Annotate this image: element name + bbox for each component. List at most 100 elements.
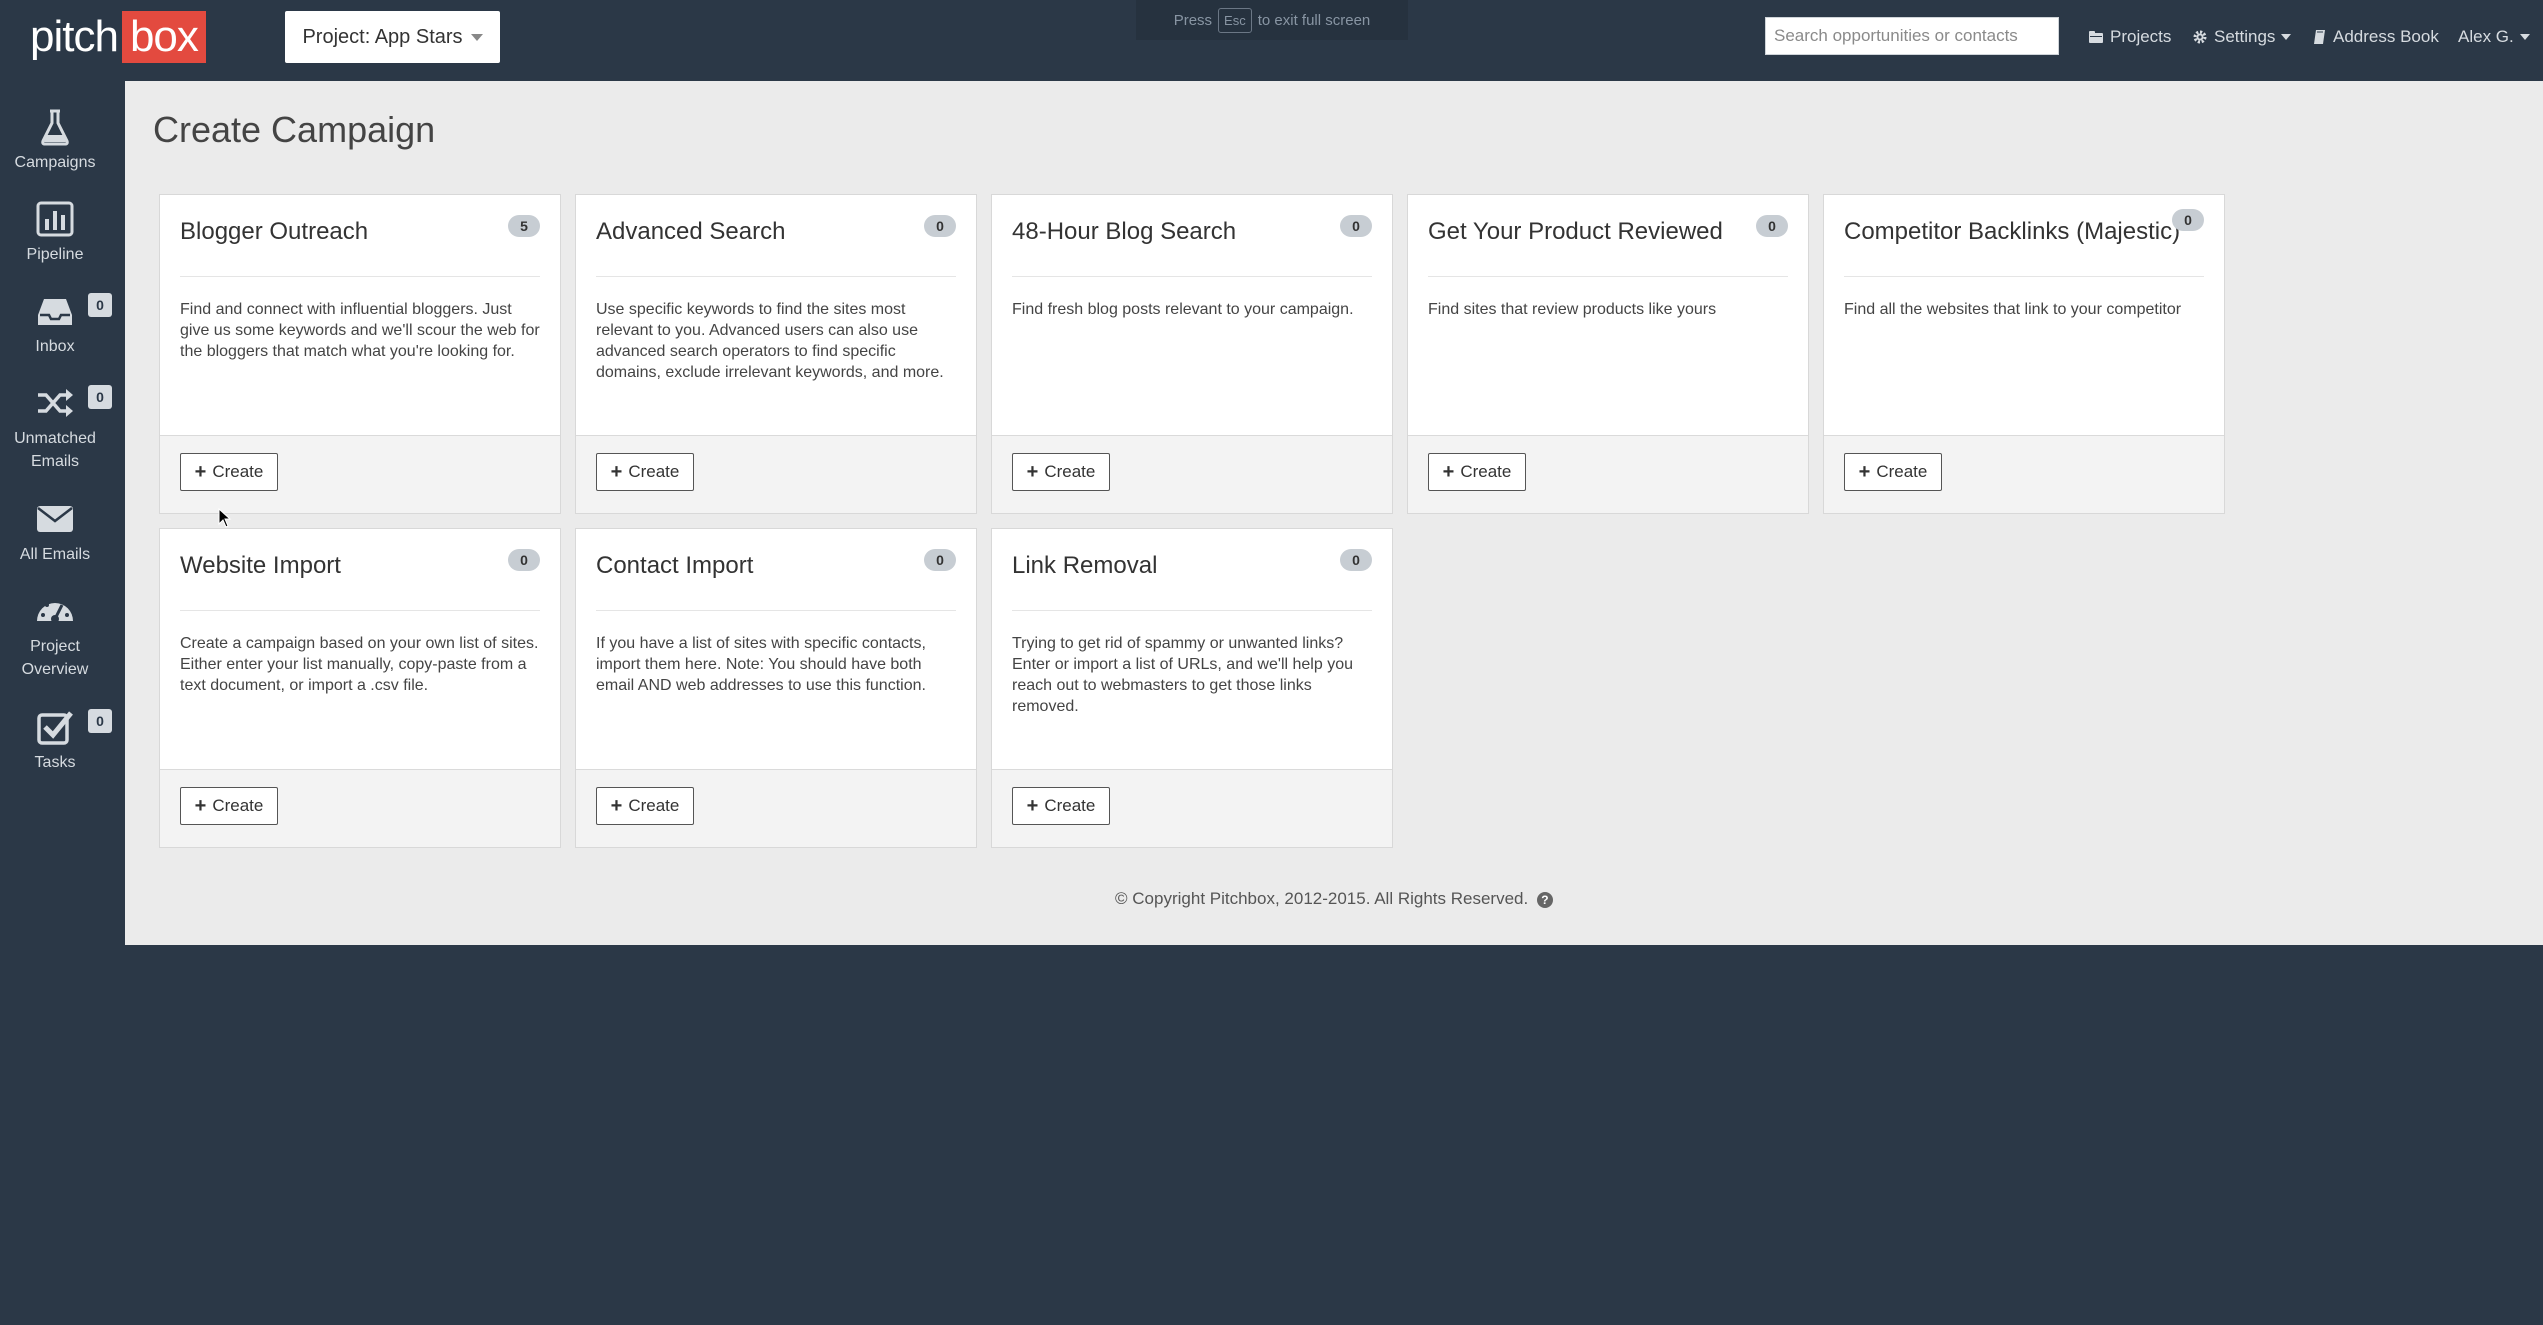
card-description: Trying to get rid of spammy or unwanted … xyxy=(1012,635,1353,715)
plus-icon: + xyxy=(610,795,623,817)
card-footer: + Create xyxy=(1408,435,1808,513)
campaign-count-badge: 5 xyxy=(508,215,540,237)
plus-icon: + xyxy=(194,461,207,483)
card-divider xyxy=(1428,276,1788,277)
top-bar: pitch box Project: App Stars Press Esc t… xyxy=(0,0,2543,81)
card-divider xyxy=(596,276,956,277)
nav-projects[interactable]: Projects xyxy=(2088,24,2171,50)
campaign-count-badge: 0 xyxy=(2172,209,2204,231)
create-button[interactable]: + Create xyxy=(180,787,278,825)
create-button-label: Create xyxy=(212,796,264,815)
sidebar-item-pipeline[interactable]: Pipeline xyxy=(0,199,110,266)
sidebar-item-label: Pipeline xyxy=(26,246,84,263)
sidebar-item-label: Project Overview xyxy=(21,638,89,678)
create-button[interactable]: + Create xyxy=(596,787,694,825)
fullscreen-hint-press: Press xyxy=(1173,11,1213,29)
project-selector[interactable]: Project: App Stars xyxy=(285,11,500,63)
search-input[interactable] xyxy=(1765,17,2059,55)
card-footer: + Create xyxy=(1824,435,2224,513)
campaign-card-contact-import: Contact Import 0 If you have a list of s… xyxy=(575,528,977,848)
plus-icon: + xyxy=(1858,461,1871,483)
card-title: Get Your Product Reviewed xyxy=(1428,218,1723,245)
project-selector-label: Project: App Stars xyxy=(302,25,463,48)
card-title: Blogger Outreach xyxy=(180,218,369,245)
card-footer: + Create xyxy=(992,769,1392,847)
campaign-card-blogger-outreach: Blogger Outreach 5 Find and connect with… xyxy=(159,194,561,514)
create-button[interactable]: + Create xyxy=(1012,453,1110,491)
fullscreen-hint-key: Esc xyxy=(1218,7,1252,33)
card-title: Link Removal xyxy=(1012,552,1158,579)
page-title: Create Campaign xyxy=(153,109,436,150)
sidebar-item-project-overview[interactable]: Project Overview xyxy=(0,591,110,681)
card-title: Advanced Search xyxy=(596,218,786,245)
card-divider xyxy=(1012,610,1372,611)
inbox-icon xyxy=(38,299,72,325)
shuffle-icon xyxy=(38,389,73,417)
card-description: Find and connect with influential blogge… xyxy=(180,301,540,360)
create-button-label: Create xyxy=(1460,462,1512,481)
chevron-down-icon xyxy=(2281,34,2292,40)
create-button[interactable]: + Create xyxy=(596,453,694,491)
create-button-label: Create xyxy=(628,462,680,481)
campaign-card-competitor-backlinks: Competitor Backlinks (Majestic) 0 Find a… xyxy=(1823,194,2225,514)
fullscreen-hint: Press Esc to exit full screen xyxy=(1136,0,1408,40)
campaign-card-website-import: Website Import 0 Create a campaign based… xyxy=(159,528,561,848)
card-title: 48-Hour Blog Search xyxy=(1012,218,1237,245)
sidebar-item-campaigns[interactable]: Campaigns xyxy=(0,107,110,174)
plus-icon: + xyxy=(610,461,623,483)
card-title: Contact Import xyxy=(596,552,754,579)
nav-projects-label: Projects xyxy=(2110,27,2172,46)
pitchbox-logo[interactable]: pitch box xyxy=(30,11,206,63)
card-description: If you have a list of sites with specifi… xyxy=(596,635,926,694)
create-button[interactable]: + Create xyxy=(1012,787,1110,825)
nav-address-book-label: Address Book xyxy=(2333,27,2439,46)
chevron-down-icon xyxy=(2519,34,2530,40)
campaign-count-badge: 0 xyxy=(924,549,956,571)
create-button[interactable]: + Create xyxy=(180,453,278,491)
card-description: Use specific keywords to find the sites … xyxy=(596,301,944,381)
campaign-card-link-removal: Link Removal 0 Trying to get rid of spam… xyxy=(991,528,1393,848)
sidebar-item-all-emails[interactable]: All Emails xyxy=(0,499,110,566)
fullscreen-hint-suffix: to exit full screen xyxy=(1257,11,1371,29)
card-divider xyxy=(1012,276,1372,277)
sidebar-item-label: Tasks xyxy=(34,754,76,771)
sidebar-item-label: All Emails xyxy=(19,546,91,563)
bar-chart-icon xyxy=(36,201,74,237)
create-button[interactable]: + Create xyxy=(1844,453,1942,491)
create-button-label: Create xyxy=(1044,796,1096,815)
campaign-card-get-your-product-reviewed: Get Your Product Reviewed 0 Find sites t… xyxy=(1407,194,1809,514)
sidebar: Campaigns Pipeline Inbox 0 Unmatched Ema… xyxy=(0,81,125,1325)
plus-icon: + xyxy=(1442,461,1455,483)
mouse-cursor-icon xyxy=(218,508,232,528)
question-circle-icon[interactable]: ? xyxy=(1536,891,1553,908)
create-button-label: Create xyxy=(1044,462,1096,481)
card-footer: + Create xyxy=(992,435,1392,513)
gear-icon xyxy=(2193,30,2207,44)
nav-address-book[interactable]: Address Book xyxy=(2313,24,2439,50)
campaign-count-badge: 0 xyxy=(1756,215,1788,237)
book-icon xyxy=(2314,30,2325,44)
nav-user-menu[interactable]: Alex G. xyxy=(2458,24,2530,50)
envelope-icon xyxy=(37,506,73,532)
nav-user-label: Alex G. xyxy=(2458,27,2514,46)
create-button[interactable]: + Create xyxy=(1428,453,1526,491)
card-footer: + Create xyxy=(576,769,976,847)
unmatched-emails-count-badge: 0 xyxy=(88,385,112,409)
campaign-card-48-hour-blog-search: 48-Hour Blog Search 0 Find fresh blog po… xyxy=(991,194,1393,514)
create-button-label: Create xyxy=(628,796,680,815)
card-title: Competitor Backlinks (Majestic) xyxy=(1844,218,2181,245)
main-content: Create Campaign Blogger Outreach 5 Find … xyxy=(125,81,2543,945)
card-divider xyxy=(180,610,540,611)
card-title: Website Import xyxy=(180,552,341,579)
campaign-count-badge: 0 xyxy=(1340,549,1372,571)
nav-settings[interactable]: Settings xyxy=(2192,24,2292,50)
sidebar-item-label: Campaigns xyxy=(14,154,96,171)
card-description: Find all the websites that link to your … xyxy=(1844,301,2182,318)
dashboard-icon xyxy=(37,599,73,623)
checkbox-icon xyxy=(37,711,73,745)
card-description: Find sites that review products like you… xyxy=(1428,301,1717,318)
campaign-card-advanced-search: Advanced Search 0 Use specific keywords … xyxy=(575,194,977,514)
flask-icon xyxy=(41,109,69,146)
card-divider xyxy=(596,610,956,611)
logo-text-box: box xyxy=(121,11,206,63)
